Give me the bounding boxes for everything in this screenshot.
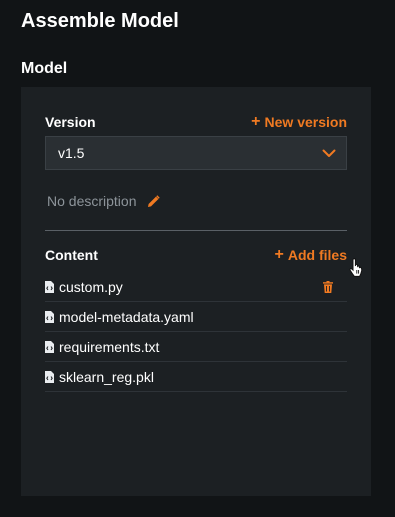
file-code-icon [45,370,54,383]
pencil-icon[interactable] [147,194,160,208]
file-name: model-metadata.yaml [59,308,194,325]
hand-pointer-icon [348,258,364,283]
new-version-button[interactable]: + New version [251,113,347,131]
description-row: No description [47,193,160,209]
new-version-label: New version [264,114,347,130]
file-row[interactable]: model-metadata.yaml [45,302,347,332]
file-name: custom.py [59,278,123,295]
plus-icon: + [251,113,261,130]
trash-icon[interactable] [323,280,333,293]
file-name: requirements.txt [59,338,160,355]
version-select-value: v1.5 [58,145,85,161]
chevron-down-icon [322,149,336,158]
file-code-icon [45,340,54,353]
add-files-button[interactable]: + Add files [274,246,347,264]
content-label: Content [45,247,98,263]
file-code-icon [45,310,54,323]
model-panel: Version + New version v1.5 No descriptio… [21,87,371,496]
file-list: custom.py model-metadata.yaml requiremen… [45,272,347,392]
file-row[interactable]: requirements.txt [45,332,347,362]
description-text: No description [47,193,137,209]
version-select[interactable]: v1.5 [45,136,347,170]
file-code-icon [45,280,54,293]
section-title-model: Model [21,60,68,77]
file-row[interactable]: sklearn_reg.pkl [45,362,347,392]
version-label: Version [45,114,96,130]
file-row[interactable]: custom.py [45,272,347,302]
plus-icon: + [274,246,284,263]
page-title: Assemble Model [21,10,179,32]
add-files-label: Add files [287,247,347,263]
file-name: sklearn_reg.pkl [59,368,154,385]
divider [45,230,347,231]
